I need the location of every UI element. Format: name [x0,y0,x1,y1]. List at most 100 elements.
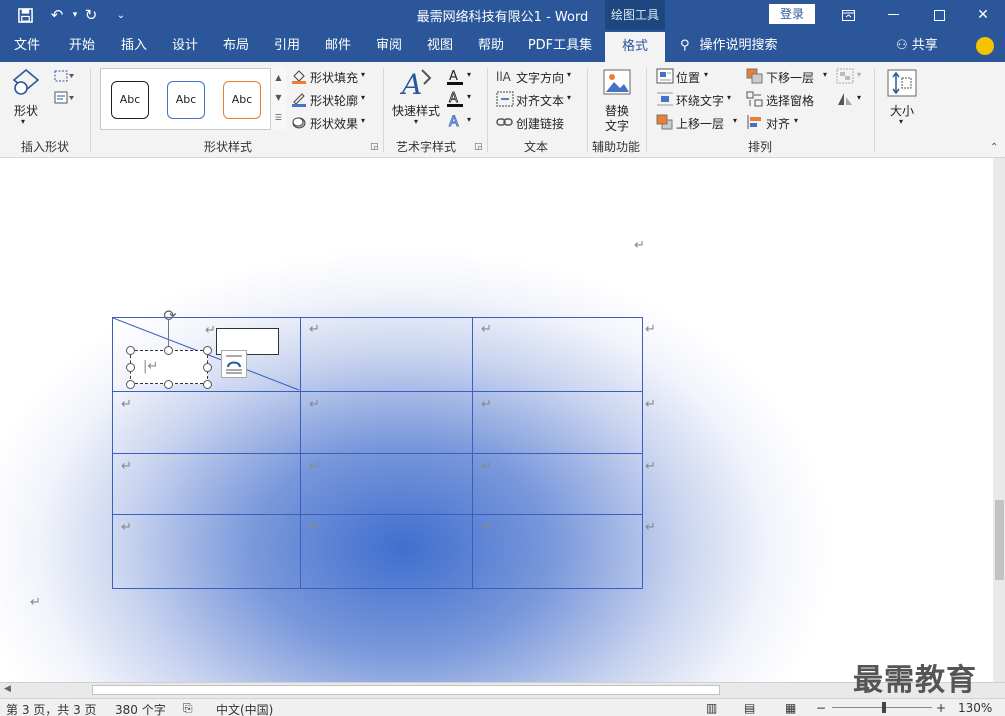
text-box-selected[interactable]: |↵ [130,350,208,384]
zoom-out-icon[interactable]: − [816,701,826,715]
quick-styles-icon[interactable]: A [400,66,434,100]
zoom-level[interactable]: 130% [958,701,992,715]
resize-handle-left[interactable] [126,363,135,372]
resize-handle-bottom-left[interactable] [126,380,135,389]
rotate-icon[interactable] [836,91,854,107]
send-backward-button[interactable]: 下移一层 [766,69,814,86]
send-backward-dropdown-icon[interactable]: ▾ [823,70,827,79]
position-button[interactable]: 位置 [676,69,700,86]
size-icon[interactable] [886,68,918,98]
text-outline-dropdown-icon[interactable]: ▾ [467,92,471,101]
selection-pane-button[interactable]: 选择窗格 [766,92,814,109]
text-fill-icon[interactable]: A [446,68,464,86]
wrap-text-icon[interactable] [656,91,674,107]
shape-outline-button[interactable]: 形状轮廓 [310,92,358,109]
close-icon[interactable]: ✕ [960,0,1005,30]
shapes-dropdown-icon[interactable]: ▾ [21,117,25,126]
zoom-slider-thumb[interactable] [882,702,886,713]
share-button[interactable]: ⚇ 共享 [896,30,938,62]
read-mode-icon[interactable]: ▥ [706,701,717,715]
alt-text-button-line2[interactable]: 文字 [605,117,629,134]
quick-styles-dropdown-icon[interactable]: ▾ [414,117,418,126]
shapes-button[interactable]: 形状 [14,102,38,119]
rotate-dropdown-icon[interactable]: ▾ [857,93,861,102]
tab-references[interactable]: 引用 [265,30,309,62]
tab-review[interactable]: 审阅 [367,30,411,62]
effects-dropdown-icon[interactable]: ▾ [361,116,365,125]
gallery-down-icon[interactable]: ▼ [271,88,286,108]
text-effects-dropdown-icon[interactable]: ▾ [467,115,471,124]
shape-fill-icon[interactable] [291,68,307,84]
group-dropdown-icon[interactable]: ▾ [857,70,861,79]
shape-outline-icon[interactable] [291,91,307,107]
layout-options-icon[interactable] [221,350,247,378]
horizontal-scroll-thumb[interactable] [92,685,720,695]
shape-style-gallery[interactable]: Abc Abc Abc [100,68,286,130]
tab-help[interactable]: 帮助 [469,30,513,62]
tab-design[interactable]: 设计 [163,30,207,62]
smiley-feedback-icon[interactable] [976,37,994,55]
print-layout-icon[interactable]: ▤ [744,701,755,715]
resize-handle-top-right[interactable] [203,346,212,355]
bring-forward-button[interactable]: 上移一层 [676,115,724,132]
align-text-button[interactable]: 对齐文本 [516,92,564,109]
page-count[interactable]: 第 3 页，共 3 页 [6,701,97,716]
outline-dropdown-icon[interactable]: ▾ [361,93,365,102]
shape-fill-button[interactable]: 形状填充 [310,69,358,86]
minimize-icon[interactable] [870,0,916,30]
shape-style-swatch-orange[interactable]: Abc [223,81,261,119]
fill-dropdown-icon[interactable]: ▾ [361,70,365,79]
send-backward-icon[interactable] [746,68,764,84]
vertical-scrollbar[interactable] [993,158,1005,682]
maximize-icon[interactable] [916,0,962,30]
tab-format[interactable]: 格式 [605,32,665,62]
edit-shape-icon[interactable] [52,68,78,84]
bring-forward-dropdown-icon[interactable]: ▾ [733,116,737,125]
wrap-text-button[interactable]: 环绕文字 [676,92,724,109]
login-button[interactable]: 登录 [769,4,815,24]
text-direction-button[interactable]: 文字方向 [516,69,564,86]
create-link-button[interactable]: 创建链接 [516,115,564,132]
selection-pane-icon[interactable] [746,91,764,107]
align-button[interactable]: 对齐 [766,115,790,132]
wrap-text-dropdown-icon[interactable]: ▾ [727,93,731,102]
shapes-icon[interactable] [12,68,42,98]
language-indicator[interactable]: 中文(中国) [216,701,273,716]
bring-forward-icon[interactable] [656,114,674,130]
collapse-ribbon-icon[interactable]: ⌃ [990,142,998,153]
tab-insert[interactable]: 插入 [112,30,156,62]
ribbon-display-icon[interactable] [825,0,871,30]
position-dropdown-icon[interactable]: ▾ [704,70,708,79]
text-direction-dropdown-icon[interactable]: ▾ [567,70,571,79]
resize-handle-right[interactable] [203,363,212,372]
resize-handle-bottom[interactable] [164,380,173,389]
text-box-icon[interactable] [52,90,78,106]
shape-styles-launcher-icon[interactable]: ◲ [370,142,379,152]
text-direction-icon[interactable]: llA [496,68,514,84]
tab-layout[interactable]: 布局 [214,30,258,62]
shape-style-swatch-blue[interactable]: Abc [167,81,205,119]
gallery-up-icon[interactable]: ▲ [271,68,286,88]
wordart-launcher-icon[interactable]: ◲ [474,142,483,152]
tab-file[interactable]: 文件 [6,30,48,62]
resize-handle-bottom-right[interactable] [203,380,212,389]
shape-effects-icon[interactable] [291,114,307,130]
text-effects-icon[interactable]: A [446,112,464,131]
align-text-icon[interactable] [496,91,514,107]
resize-handle-top-left[interactable] [126,346,135,355]
group-objects-icon[interactable] [836,68,854,84]
text-outline-icon[interactable]: A [446,90,464,108]
tab-home[interactable]: 开始 [60,30,104,62]
align-icon[interactable] [746,114,764,130]
tell-me-search[interactable]: ⚲ 操作说明搜索 [680,30,778,62]
shape-style-swatch-black[interactable]: Abc [111,81,149,119]
tab-mailings[interactable]: 邮件 [316,30,360,62]
gallery-more-icon[interactable]: ☰ [271,108,286,128]
link-icon[interactable] [496,114,514,130]
size-dropdown-icon[interactable]: ▾ [899,117,903,126]
resize-handle-top[interactable] [164,346,173,355]
web-layout-icon[interactable]: ▦ [785,701,796,715]
gallery-scroll[interactable]: ▲ ▼ ☰ [270,68,286,130]
tab-pdf-tools[interactable]: PDF工具集 [522,30,598,62]
align-text-dropdown-icon[interactable]: ▾ [567,93,571,102]
